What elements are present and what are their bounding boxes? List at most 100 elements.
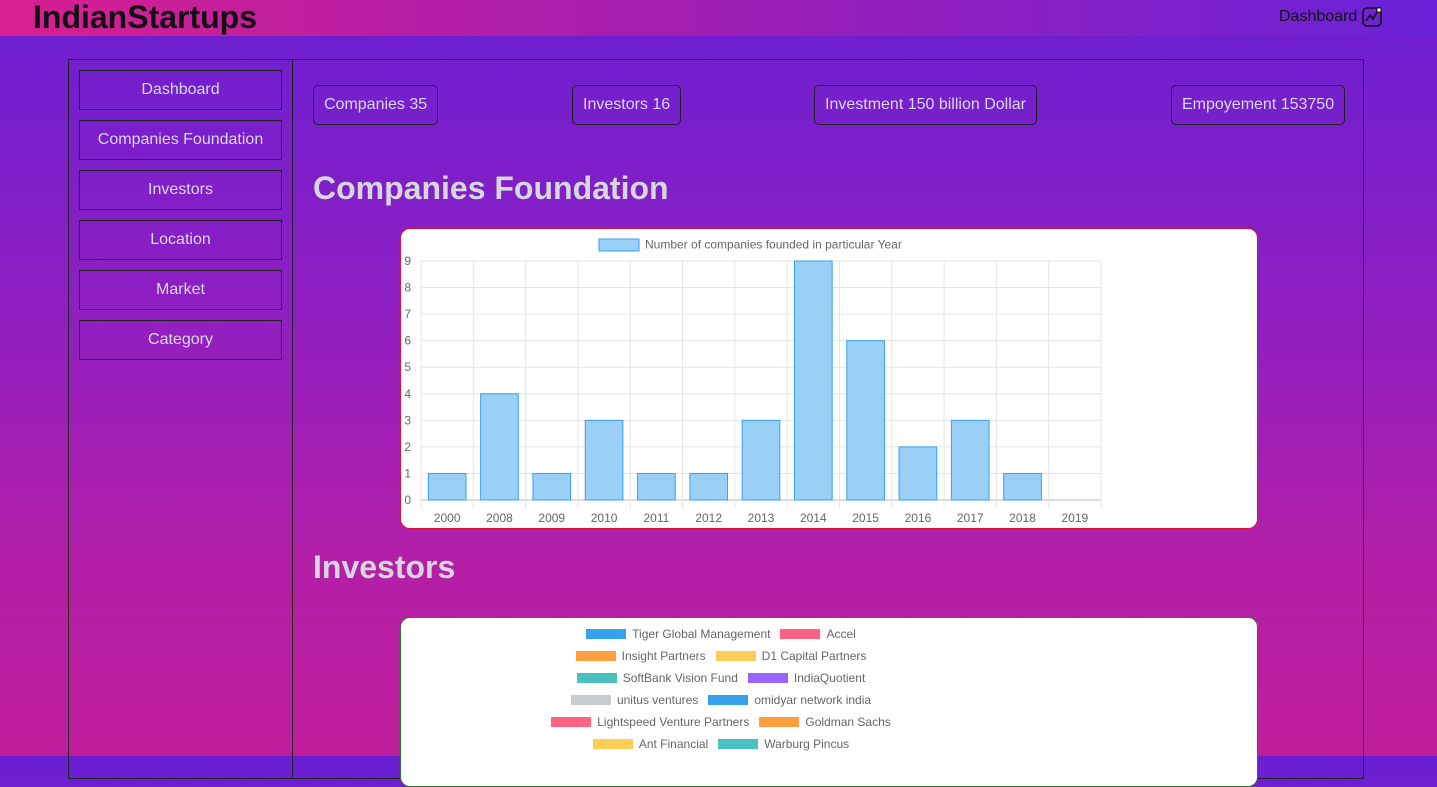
x-tick-label: 2018 (1009, 511, 1036, 525)
legend-item[interactable]: Accel (780, 627, 856, 641)
top-nav-dashboard-link[interactable]: Dashboard (1279, 6, 1383, 28)
y-tick-label: 1 (404, 466, 411, 480)
legend-label: Goldman Sachs (805, 715, 891, 729)
x-tick-label: 2013 (748, 511, 775, 525)
x-tick-label: 2017 (957, 511, 984, 525)
y-tick-label: 7 (404, 307, 411, 321)
bar-2011 (637, 472, 676, 501)
sidebar-item-market[interactable]: Market (79, 270, 282, 310)
legend-item[interactable]: unitus ventures (570, 693, 699, 707)
x-tick-label: 2009 (538, 511, 565, 525)
sidebar-item-investors[interactable]: Investors (79, 170, 282, 210)
companies-bar-chart: Number of companies founded in particula… (404, 238, 1102, 525)
legend-row: SoftBank Vision Fund IndiaQuotient (401, 671, 1041, 685)
investors-chart-card: Tiger Global Management Accel Insight Part… (400, 617, 1258, 787)
legend-row: unitus ventures omidyar network india (401, 693, 1041, 707)
x-tick-label: 2012 (695, 511, 722, 525)
legend-swatch (718, 739, 759, 749)
bar-2014 (793, 260, 833, 501)
sidebar-item-location[interactable]: Location (79, 220, 282, 260)
legend-row: Ant Financial Warburg Pincus (401, 737, 1041, 751)
legend-swatch (586, 629, 627, 639)
x-tick-label: 2008 (486, 511, 513, 525)
legend-row: Lightspeed Venture Partners Goldman Sachs (401, 715, 1041, 729)
legend-item[interactable]: omidyar network india (708, 693, 871, 707)
legend-item[interactable]: Goldman Sachs (759, 715, 891, 729)
legend-swatch (570, 695, 611, 705)
y-tick-label: 9 (404, 254, 411, 268)
legend-item[interactable]: SoftBank Vision Fund (576, 671, 738, 685)
bar-2015 (846, 340, 885, 501)
y-tick-label: 0 (404, 493, 411, 507)
bar-2012 (689, 472, 729, 501)
investors-heading: Investors (313, 549, 456, 585)
legend-item[interactable]: Tiger Global Management (586, 627, 770, 641)
x-tick-label: 2014 (800, 511, 827, 525)
main-frame: Dashboard Companies Foundation Investors… (68, 59, 1364, 787)
stat-investors: Investors 16 (572, 85, 682, 125)
bar-2013 (741, 419, 781, 501)
x-tick-label: 2019 (1061, 511, 1088, 525)
legend-item[interactable]: Warburg Pincus (718, 737, 849, 751)
legend-label: omidyar network india (754, 693, 872, 707)
legend-swatch (551, 717, 592, 727)
x-tick-label: 2016 (905, 511, 932, 525)
y-tick-label: 5 (404, 360, 411, 374)
sidebar: Dashboard Companies Foundation Investors… (69, 60, 293, 778)
stat-employment: Empoyement 153750 (1171, 85, 1346, 125)
sidebar-item-companies-foundation[interactable]: Companies Foundation (79, 120, 282, 160)
legend-label: unitus ventures (616, 693, 699, 707)
sidebar-item-dashboard[interactable]: Dashboard (79, 70, 282, 110)
legend-label: Number of companies founded in particula… (645, 238, 902, 252)
legend-label: Tiger Global Management (632, 627, 771, 641)
legend-item[interactable]: IndiaQuotient (747, 671, 866, 685)
legend-swatch (575, 651, 616, 661)
legend-row: Insight Partners D1 Capital Partners (401, 649, 1041, 663)
bar-2010 (584, 419, 624, 501)
sidebar-item-category[interactable]: Category (79, 320, 282, 360)
brand-logo-text[interactable]: IndianStartups (33, 0, 257, 34)
stat-investment: Investment 150 billion Dollar (814, 85, 1037, 125)
y-tick-label: 4 (404, 387, 411, 401)
legend-item[interactable]: D1 Capital Partners (715, 649, 867, 663)
x-tick-label: 2011 (643, 511, 669, 525)
legend-label: Insight Partners (621, 649, 706, 663)
companies-chart-card: Number of companies founded in particula… (400, 228, 1258, 529)
legend-label: SoftBank Vision Fund (622, 671, 738, 685)
legend-item[interactable]: Insight Partners (575, 649, 706, 663)
x-tick-label: 2015 (852, 511, 879, 525)
y-tick-label: 8 (404, 281, 411, 295)
y-tick-label: 2 (404, 440, 411, 454)
legend-label: Accel (826, 627, 856, 641)
stat-companies: Companies 35 (313, 85, 439, 125)
x-tick-label: 2000 (434, 511, 461, 525)
companies-foundation-heading: Companies Foundation (313, 170, 669, 206)
legend-swatch (759, 717, 800, 727)
legend-label: Ant Financial (638, 737, 709, 751)
legend-label: Warburg Pincus (764, 737, 850, 751)
top-nav-label: Dashboard (1279, 8, 1358, 25)
bar-2017 (950, 419, 990, 501)
bar-2018 (1003, 472, 1042, 501)
legend-swatch (576, 673, 617, 683)
top-navbar: IndianStartups Dashboard (0, 0, 1437, 36)
legend-swatch (747, 673, 788, 683)
y-tick-label: 6 (404, 334, 411, 348)
legend-item[interactable]: Ant Financial (592, 737, 709, 751)
bar-2009 (532, 472, 572, 501)
legend-swatch (598, 238, 640, 252)
legend-swatch (715, 651, 756, 661)
bar-2000 (427, 472, 467, 501)
legend-label: IndiaQuotient (793, 671, 866, 685)
legend-swatch (780, 629, 821, 639)
legend-swatch (708, 695, 749, 705)
chart-icon (1362, 6, 1383, 27)
y-tick-label: 3 (404, 413, 411, 427)
legend-label: D1 Capital Partners (761, 649, 867, 663)
bar-2008 (480, 393, 519, 501)
legend-item[interactable]: Lightspeed Venture Partners (551, 715, 749, 729)
legend-label: Lightspeed Venture Partners (597, 715, 750, 729)
legend-row: Tiger Global Management Accel (401, 627, 1041, 641)
x-tick-label: 2010 (591, 511, 618, 525)
legend-swatch (592, 739, 633, 749)
